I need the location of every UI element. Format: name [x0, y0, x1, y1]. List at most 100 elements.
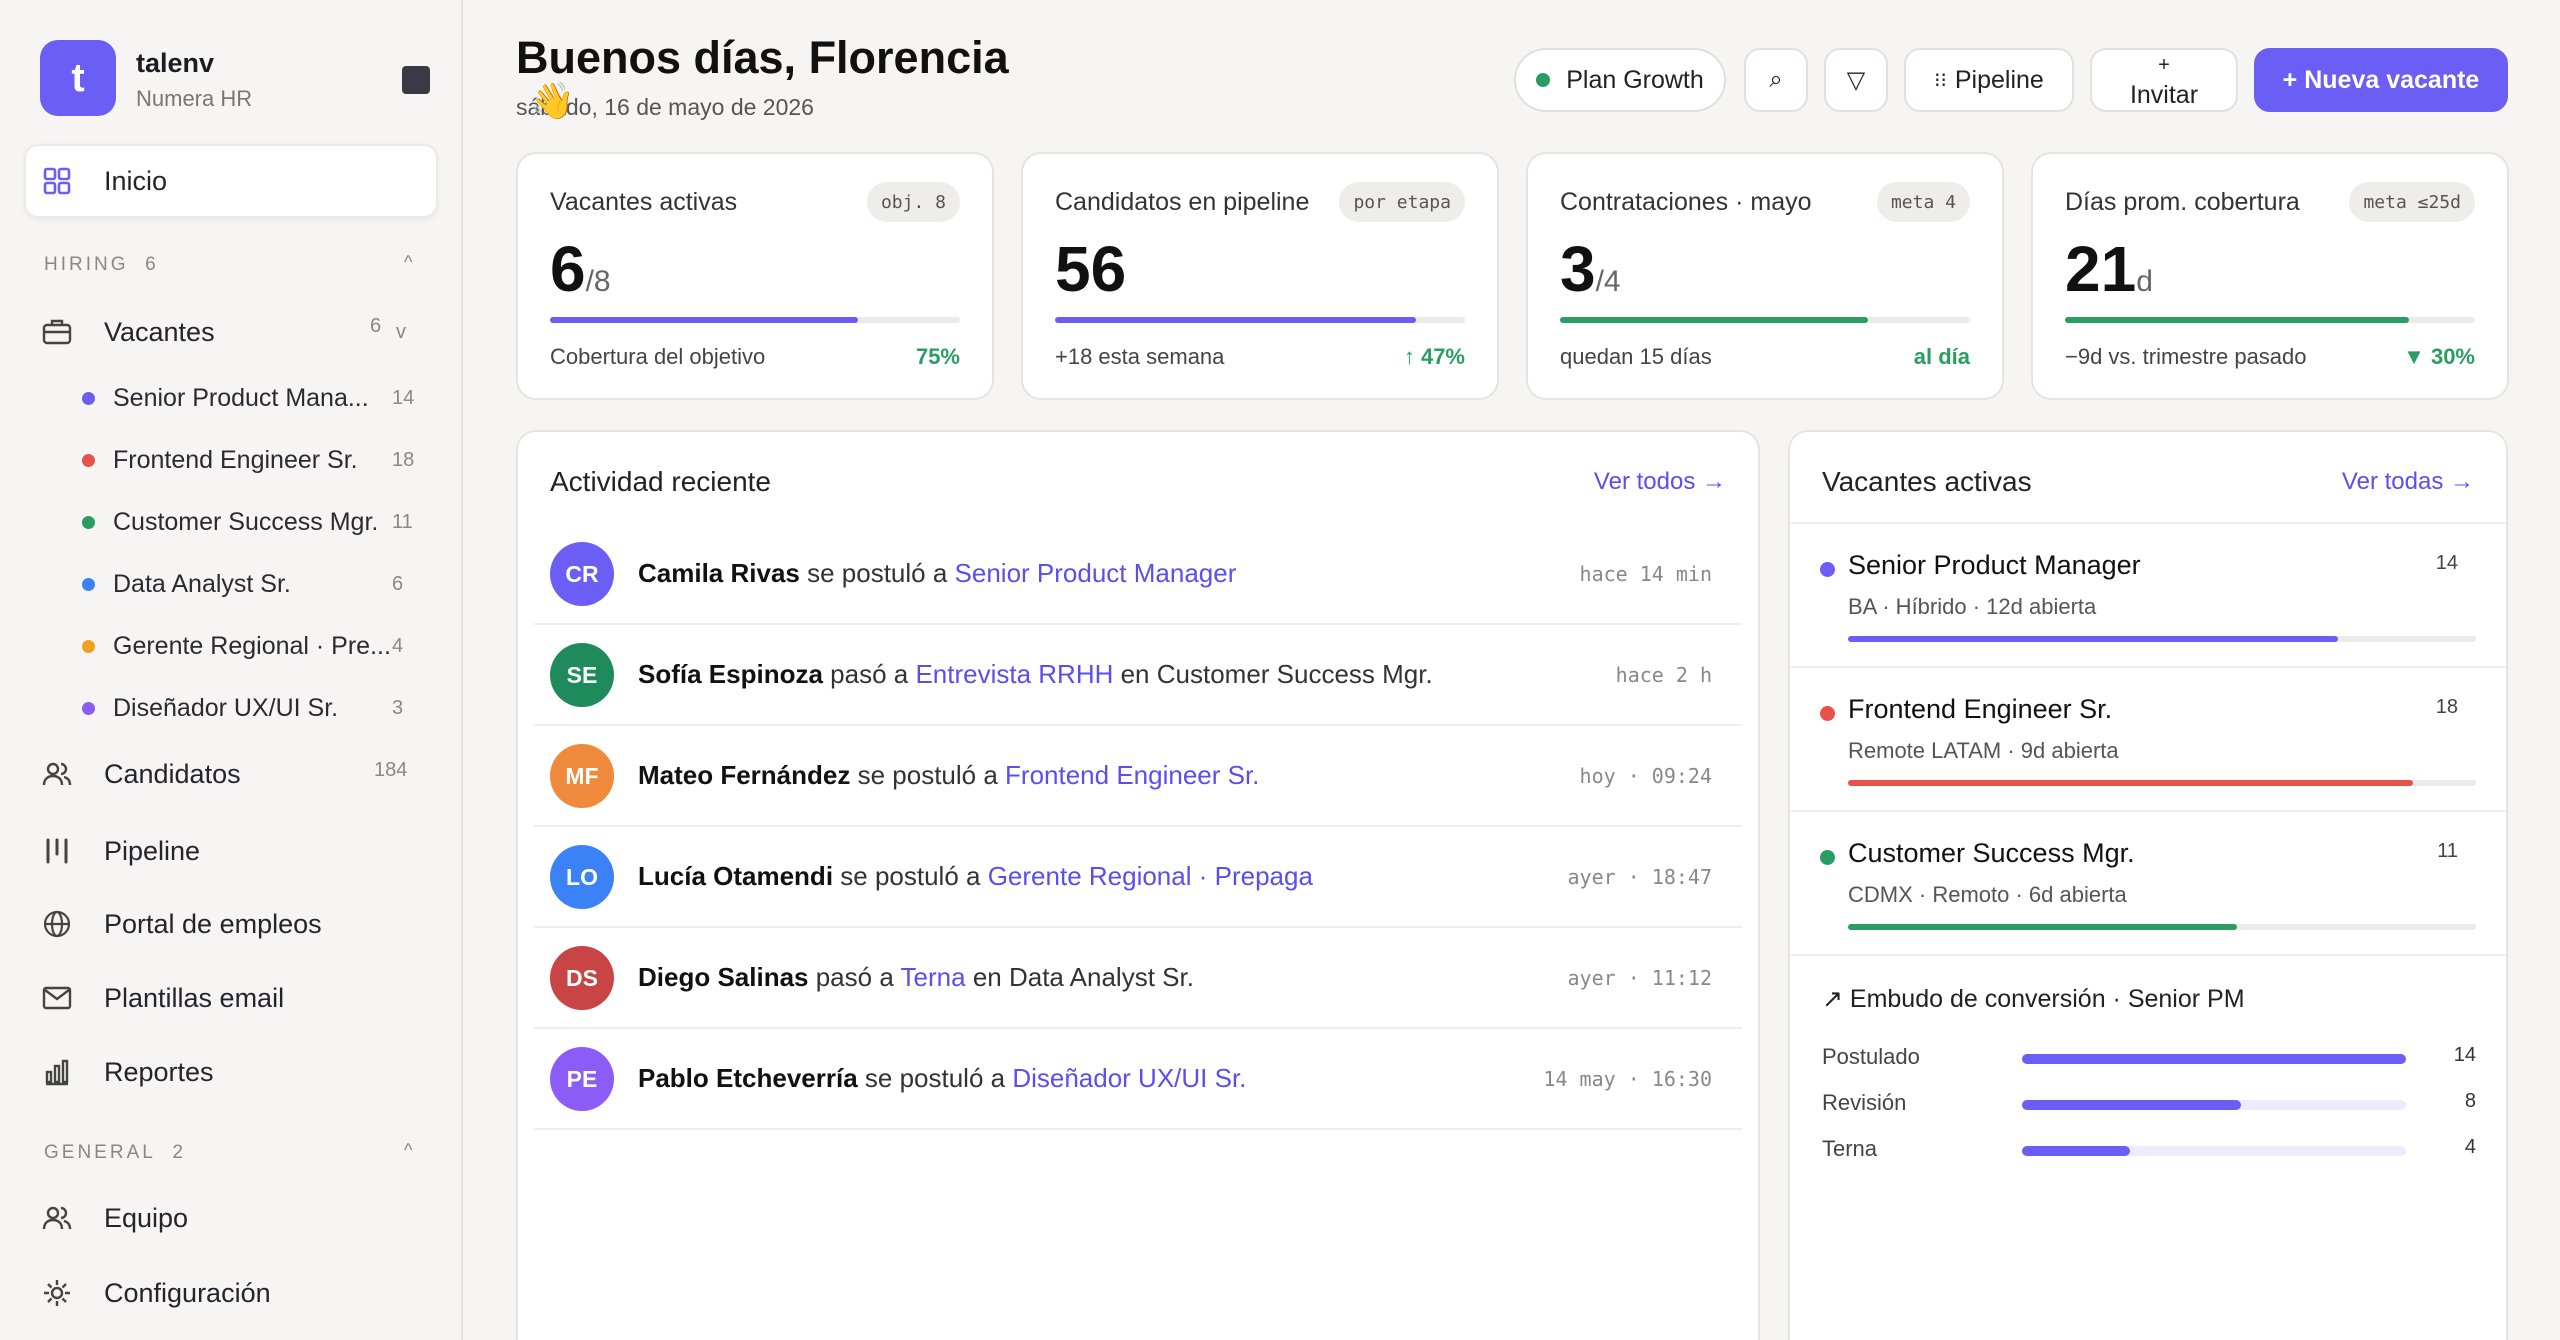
sidebar-collapse-icon[interactable] [402, 66, 430, 94]
nav-item-inicio-content[interactable]: Inicio [40, 156, 167, 206]
sidebar-vacancy-item[interactable]: Diseñador UX/UI Sr. 3 [82, 688, 403, 728]
filter-icon: ▽ [1846, 66, 1866, 94]
search-button[interactable]: ⌕ [1744, 48, 1808, 112]
activity-row[interactable]: DS Diego Salinas pasó a Terna en Data Ana… [534, 928, 1742, 1029]
section-general-count: 2 [172, 1142, 186, 1163]
funnel-title: ↗ Embudo de conversión · Senior PM [1822, 985, 2245, 1013]
nav-item-portal[interactable]: Portal de empleos [40, 899, 322, 949]
sidebar-vacancy-count: 14 [392, 386, 415, 409]
nav-label-inicio: Inicio [104, 165, 168, 196]
section-general[interactable]: GENERAL 2 ^ [44, 1140, 412, 1164]
gear-icon [40, 1276, 74, 1310]
grid-icon [40, 164, 74, 198]
invite-button[interactable]: + Invitar [2090, 48, 2238, 112]
sidebar-vacancy-item[interactable]: Customer Success Mgr. 11 [82, 502, 413, 542]
sidebar-vacancy-item[interactable]: Data Analyst Sr. 6 [82, 564, 403, 604]
activity-name[interactable]: Diego Salinas [638, 962, 809, 992]
active-vacancy-row[interactable]: Senior Product Manager 14 BA · Híbrido · 1… [1790, 524, 2506, 668]
activity-title: Actividad reciente [550, 466, 772, 497]
sidebar-vacancy-count: 11 [392, 510, 413, 533]
kpi-label: Días prom. cobertura [2065, 188, 2300, 216]
section-hiring[interactable]: HIRING 6 ^ [44, 252, 412, 276]
kpi-change: 75% [915, 344, 960, 369]
activity-time: hace 14 min [1579, 562, 1712, 586]
nav-label-portal: Portal de empleos [104, 908, 322, 939]
kpi-number: 3 [1560, 233, 1596, 305]
funnel-bar [2022, 1146, 2406, 1156]
nav-item-pipeline[interactable]: Pipeline [40, 826, 200, 876]
activity-target-link[interactable]: Gerente Regional · Prepaga [988, 861, 1313, 891]
chevron-down-icon[interactable]: v [396, 321, 406, 344]
chevron-up-icon[interactable]: ^ [404, 1140, 415, 1161]
kpi-tag: por etapa [1339, 182, 1465, 222]
nav-label-plantillas: Plantillas email [104, 982, 285, 1013]
activity-target-link[interactable]: Frontend Engineer Sr. [1005, 760, 1259, 790]
kpi-card: Vacantes activas obj. 8 6/8 Cobertura del o… [516, 152, 994, 400]
new-vacancy-button[interactable]: + Nueva vacante [2254, 48, 2508, 112]
activity-suffix: en Customer Success Mgr. [1113, 659, 1433, 689]
activity-name[interactable]: Lucía Otamendi [638, 861, 833, 891]
nav-item-reportes[interactable]: Reportes [40, 1047, 214, 1097]
plan-badge-button[interactable]: Plan Growth [1514, 48, 1726, 112]
active-vacancies-view-all-link[interactable]: Ver todas → [2342, 468, 2474, 496]
nav-label-vacantes: Vacantes [104, 316, 215, 347]
vacancy-dot [82, 515, 95, 529]
nav-item-vacantes[interactable]: Vacantes 6 v [40, 307, 406, 357]
active-vacancy-row[interactable]: Customer Success Mgr. 11 CDMX · Remoto · 6… [1790, 812, 2506, 956]
kpi-footnote: Cobertura del objetivo [550, 344, 766, 369]
kpi-progress-bar [1560, 317, 1970, 323]
activity-name[interactable]: Mateo Fernández [638, 760, 850, 790]
activity-row[interactable]: LO Lucía Otamendi se postuló a Gerente Re… [534, 827, 1742, 928]
activity-text: Sofía Espinoza pasó a Entrevista RRHH en… [638, 659, 1433, 690]
activity-suffix: en Data Analyst Sr. [965, 962, 1194, 992]
vacancy-dot [82, 391, 95, 405]
activity-row[interactable]: MF Mateo Fernández se postuló a Frontend … [534, 726, 1742, 827]
activity-target-link[interactable]: Entrevista RRHH [915, 659, 1113, 689]
activity-row[interactable]: SE Sofía Espinoza pasó a Entrevista RRHH … [534, 625, 1742, 726]
kpi-footnote: −9d vs. trimestre pasado [2065, 344, 2307, 369]
vacantes-count: 6 [370, 315, 382, 337]
nav-item-equipo[interactable]: Equipo [40, 1193, 188, 1243]
pipeline-button[interactable]: ⁝⁝ Pipeline [1904, 48, 2074, 112]
active-vacancy-count: 11 [2437, 840, 2458, 862]
activity-action: pasó a [822, 659, 916, 689]
active-vacancy-row[interactable]: Frontend Engineer Sr. 18 Remote LATAM · 9d… [1790, 668, 2506, 812]
filter-button[interactable]: ▽ [1824, 48, 1888, 112]
activity-name[interactable]: Camila Rivas [638, 558, 800, 588]
pipeline-button-label: Pipeline [1954, 65, 2044, 94]
activity-target-link[interactable]: Terna [901, 962, 966, 992]
activity-name[interactable]: Pablo Etcheverría [638, 1063, 858, 1093]
activity-row[interactable]: PE Pablo Etcheverría se postuló a Diseñad… [534, 1029, 1742, 1130]
funnel-bar [2022, 1100, 2406, 1110]
nav-label-pipeline: Pipeline [104, 835, 201, 866]
active-vacancy-count: 18 [2435, 696, 2458, 718]
active-vacancy-name: Customer Success Mgr. [1848, 838, 2135, 868]
active-vacancy-progress-fill [1848, 780, 2414, 786]
invite-button-label: Invitar [2129, 81, 2199, 109]
chevron-up-icon[interactable]: ^ [404, 252, 415, 273]
vacancy-dot [1820, 562, 1835, 577]
kpi-progress-bar [1055, 317, 1465, 323]
sidebar-vacancy-item[interactable]: Frontend Engineer Sr. 18 [82, 440, 414, 480]
nav-item-plantillas[interactable]: Plantillas email [40, 973, 284, 1023]
activity-text: Diego Salinas pasó a Terna en Data Analy… [638, 962, 1194, 993]
nav-item-configuracion[interactable]: Configuración [40, 1268, 271, 1318]
nav-item-candidatos[interactable]: Candidatos 184 [40, 749, 407, 799]
activity-panel: Actividad reciente Ver todos → CR Camila … [516, 430, 1760, 1340]
activity-target-link[interactable]: Diseñador UX/UI Sr. [1012, 1063, 1246, 1093]
kpi-progress-bar [2065, 317, 2475, 323]
brand-name: talenv [136, 48, 215, 78]
plan-label: Plan Growth [1566, 65, 1704, 94]
activity-time: ayer · 11:12 [1567, 966, 1713, 990]
sidebar-vacancy-item[interactable]: Gerente Regional · Pre... 4 [82, 626, 403, 666]
activity-name[interactable]: Sofía Espinoza [638, 659, 823, 689]
activity-target-link[interactable]: Senior Product Manager [955, 558, 1237, 588]
activity-view-all-link[interactable]: Ver todos → [1594, 468, 1726, 496]
active-vacancy-meta: CDMX · Remoto · 6d abierta [1848, 882, 2127, 907]
funnel-bar-fill [2022, 1054, 2406, 1064]
sidebar: t talenv Numera HR Inicio HIRING 6 ^ Vac… [0, 0, 463, 1340]
sidebar-vacancy-count: 18 [392, 448, 415, 471]
activity-row[interactable]: CR Camila Rivas se postuló a Senior Produ… [534, 524, 1742, 625]
activity-action: se postuló a [857, 1063, 1013, 1093]
sidebar-vacancy-item[interactable]: Senior Product Mana... 14 [82, 378, 414, 418]
